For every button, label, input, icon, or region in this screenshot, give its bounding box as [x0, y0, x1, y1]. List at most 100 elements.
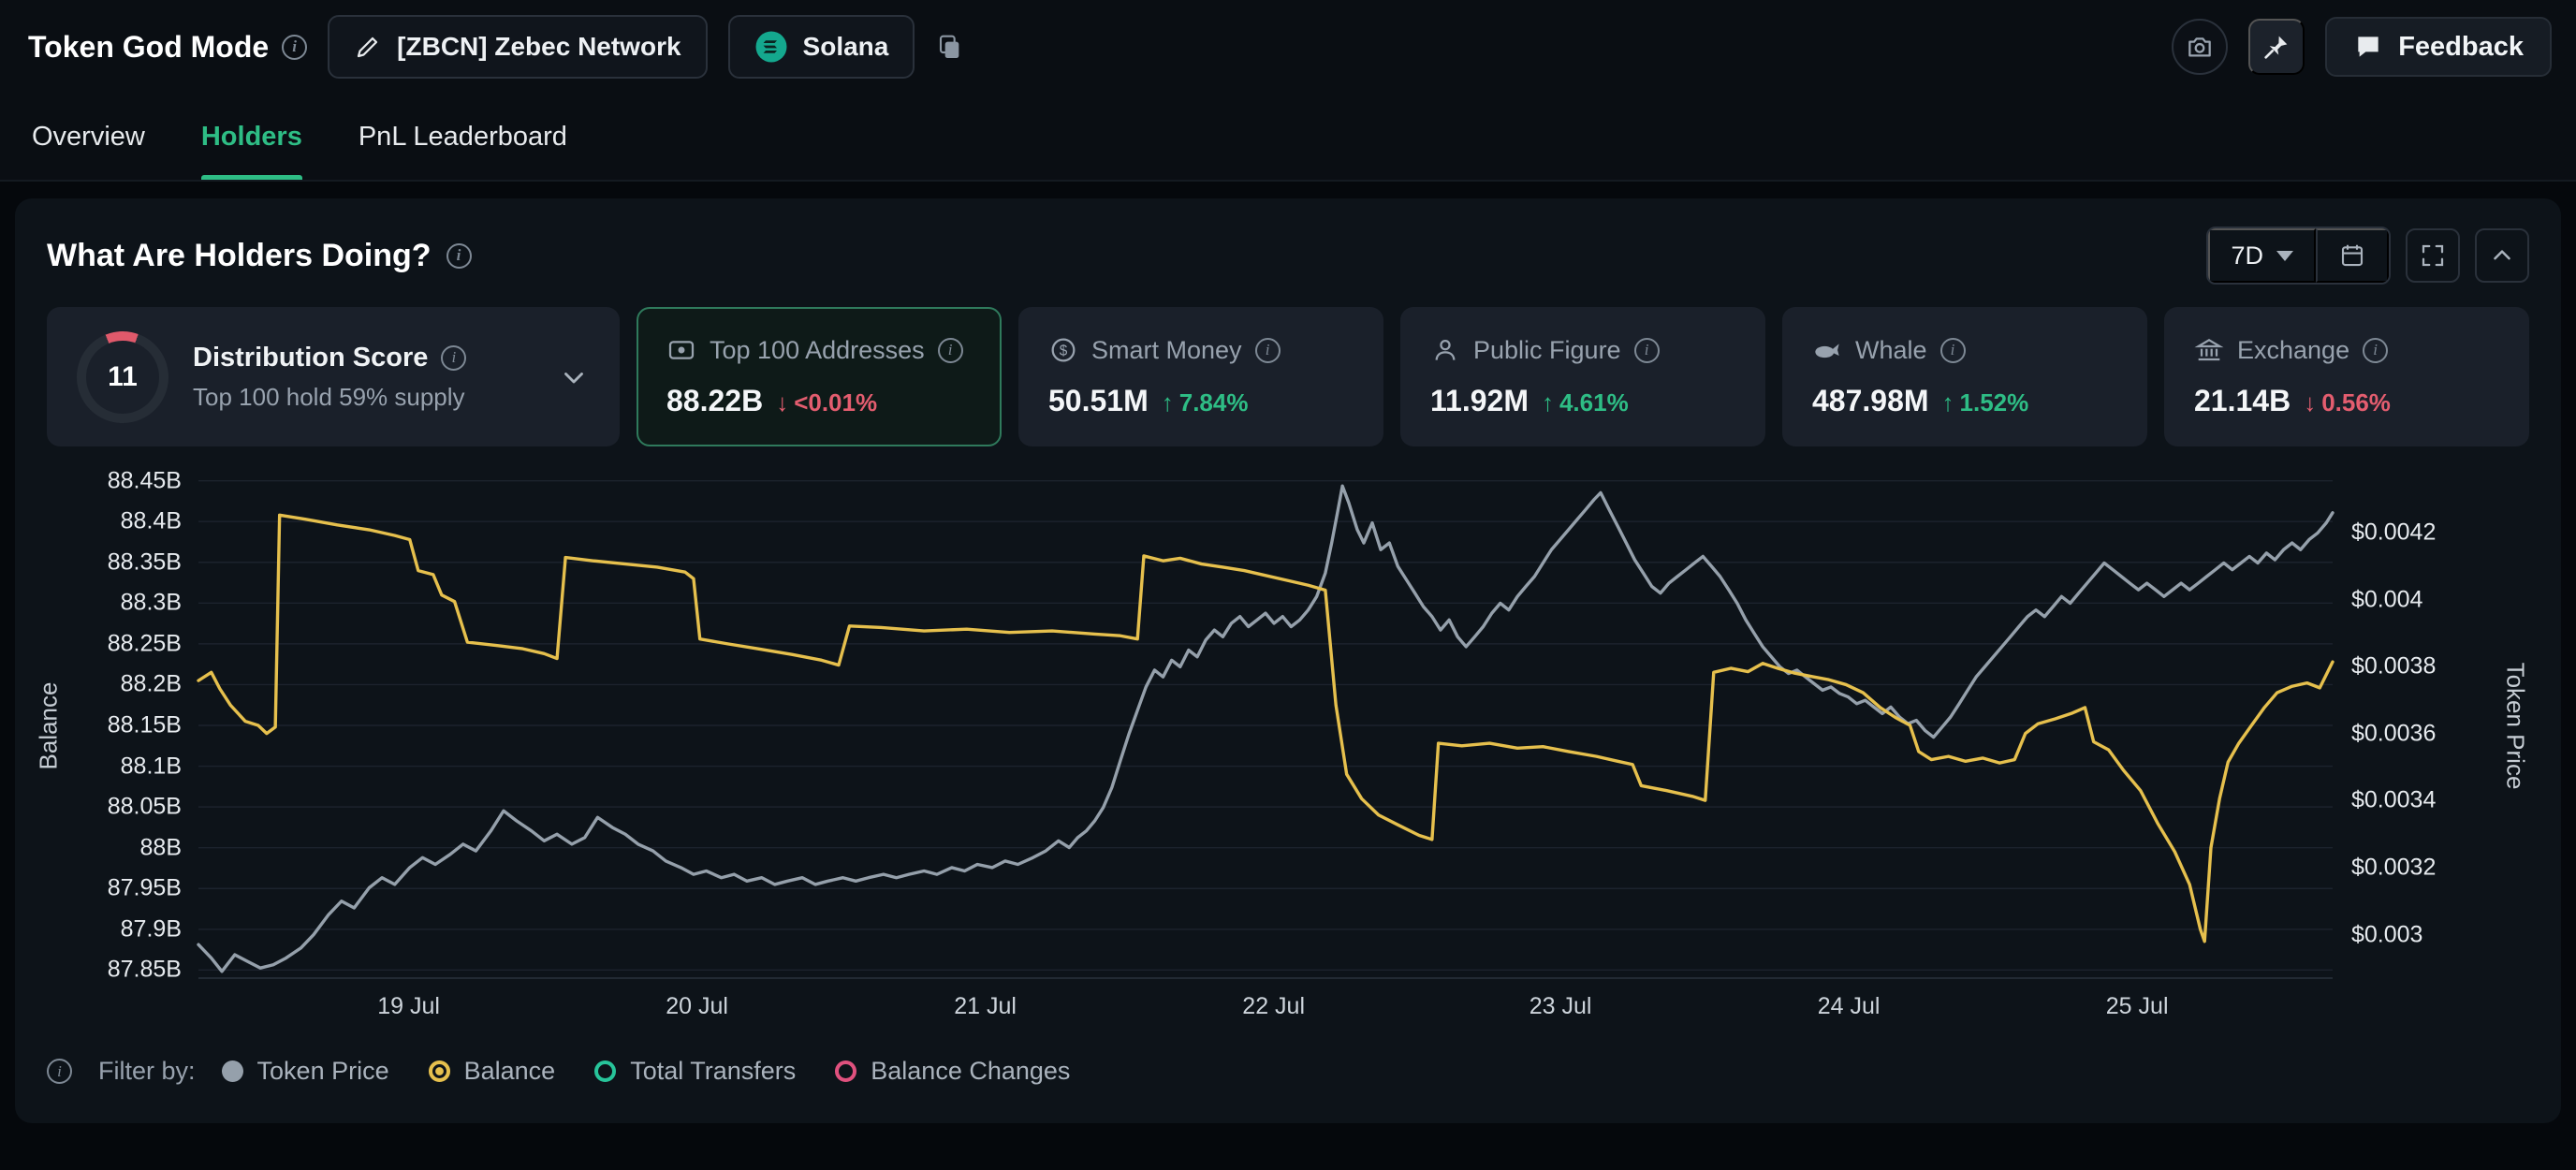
- y-tick-label: 88.2B: [121, 671, 182, 698]
- filter-by-label: Filter by:: [98, 1057, 196, 1086]
- card-public-figure[interactable]: Public Figure 11.92M ↑4.61%: [1400, 307, 1765, 446]
- card-label: Whale: [1855, 336, 1927, 365]
- fullscreen-button[interactable]: [2406, 228, 2460, 283]
- pin-button[interactable]: [2248, 19, 2305, 75]
- x-axis-labels: 19 Jul20 Jul21 Jul22 Jul23 Jul24 Jul25 J…: [198, 978, 2333, 1032]
- chart-plot-area[interactable]: [198, 473, 2333, 978]
- stat-cards-row: 11 Distribution Score Top 100 hold 59% s…: [15, 307, 2561, 446]
- page-title: Token God Mode: [28, 30, 269, 65]
- solana-logo-icon: [754, 30, 788, 64]
- distribution-score-gauge: 11: [77, 331, 168, 423]
- card-value: 487.98M: [1812, 384, 1929, 418]
- y-tick-label: $0.0034: [2351, 787, 2436, 814]
- legend-item-total-transfers[interactable]: Total Transfers: [594, 1057, 796, 1086]
- x-tick-label: 20 Jul: [666, 993, 728, 1020]
- svg-text:$: $: [1060, 344, 1068, 359]
- y-tick-label: 88.05B: [108, 794, 182, 821]
- y-tick-label: 88.35B: [108, 548, 182, 576]
- legend-label: Balance: [464, 1057, 556, 1086]
- tab-pnl-leaderboard[interactable]: PnL Leaderboard: [359, 94, 567, 180]
- card-whale[interactable]: Whale 487.98M ↑1.52%: [1782, 307, 2147, 446]
- change-percent: 1.52%: [1960, 388, 2029, 417]
- card-top-100-addresses[interactable]: Top 100 Addresses 88.22B ↓<0.01%: [637, 307, 1002, 446]
- y-tick-label: 88.45B: [108, 467, 182, 494]
- card-change: ↑1.52%: [1942, 388, 2029, 417]
- x-tick-label: 22 Jul: [1242, 993, 1305, 1020]
- card-smart-money[interactable]: $ Smart Money 50.51M ↑7.84%: [1018, 307, 1383, 446]
- feedback-button[interactable]: Feedback: [2325, 17, 2552, 77]
- tab-holders[interactable]: Holders: [201, 94, 302, 180]
- card-label: Top 100 Addresses: [710, 336, 925, 365]
- y-axis-left-ticks: 88.45B88.4B88.35B88.3B88.25B88.2B88.15B8…: [77, 473, 198, 978]
- card-exchange[interactable]: Exchange 21.14B ↓0.56%: [2164, 307, 2529, 446]
- info-icon[interactable]: [446, 243, 472, 269]
- tab-overview[interactable]: Overview: [32, 94, 145, 180]
- timeframe-select[interactable]: 7D: [2208, 228, 2316, 283]
- expand-icon: [2419, 241, 2447, 270]
- caret-down-icon: [2276, 251, 2293, 261]
- chevron-down-icon[interactable]: [558, 361, 590, 393]
- arrow-icon: ↓: [2304, 388, 2316, 417]
- info-icon[interactable]: [282, 35, 307, 60]
- y-tick-label: $0.004: [2351, 586, 2422, 613]
- y-tick-label: $0.0036: [2351, 720, 2436, 747]
- card-change: ↑7.84%: [1162, 388, 1249, 417]
- panel-title: What Are Holders Doing?: [47, 238, 432, 274]
- copy-icon[interactable]: [935, 32, 965, 62]
- whale-icon: [1812, 335, 1842, 365]
- card-distribution-score[interactable]: 11 Distribution Score Top 100 hold 59% s…: [47, 307, 620, 446]
- chevron-up-icon: [2488, 241, 2516, 270]
- x-tick-label: 24 Jul: [1818, 993, 1881, 1020]
- info-icon[interactable]: [47, 1059, 72, 1084]
- legend-label: Total Transfers: [630, 1057, 796, 1086]
- y-tick-label: 88.1B: [121, 753, 182, 780]
- card-label: Public Figure: [1473, 336, 1621, 365]
- info-icon[interactable]: [2363, 338, 2388, 363]
- arrow-icon: ↑: [1162, 388, 1174, 417]
- card-change: ↑4.61%: [1542, 388, 1629, 417]
- feedback-label: Feedback: [2398, 32, 2524, 63]
- info-icon[interactable]: [938, 338, 963, 363]
- legend-item-token-price[interactable]: Token Price: [222, 1057, 389, 1086]
- collapse-button[interactable]: [2475, 228, 2529, 283]
- change-percent: 4.61%: [1559, 388, 1629, 417]
- info-icon[interactable]: [1255, 338, 1281, 363]
- speech-bubble-icon: [2353, 32, 2383, 62]
- arrow-icon: ↑: [1542, 388, 1554, 417]
- legend-item-balance[interactable]: Balance: [429, 1057, 556, 1086]
- card-value: 11.92M: [1430, 384, 1529, 418]
- chain-selector-button[interactable]: Solana: [728, 15, 915, 79]
- y-tick-label: $0.0042: [2351, 519, 2436, 547]
- card-label: Smart Money: [1091, 336, 1242, 365]
- card-label: Distribution Score: [193, 343, 428, 373]
- y-tick-label: 88.3B: [121, 590, 182, 617]
- y-tick-label: 88B: [140, 834, 182, 861]
- total-transfers-dot-icon: [594, 1060, 616, 1082]
- chart-filter-legend: Filter by: Token Price Balance Total Trans…: [15, 1032, 2561, 1118]
- info-icon[interactable]: [1634, 338, 1660, 363]
- token-price-line: [198, 486, 2333, 972]
- card-value: 88.22B: [666, 384, 763, 418]
- legend-item-balance-changes[interactable]: Balance Changes: [835, 1057, 1070, 1086]
- legend-items: Token Price Balance Total Transfers Balance…: [222, 1057, 1071, 1086]
- screenshot-button[interactable]: [2172, 19, 2228, 75]
- card-label: Exchange: [2237, 336, 2349, 365]
- x-tick-label: 25 Jul: [2106, 993, 2169, 1020]
- y-axis-title-right: Token Price: [2482, 473, 2548, 978]
- token-price-dot-icon: [222, 1060, 243, 1082]
- calendar-button[interactable]: [2316, 228, 2389, 283]
- info-icon[interactable]: [441, 345, 466, 371]
- tabbar: Overview Holders PnL Leaderboard: [0, 94, 2576, 182]
- timeframe-value: 7D: [2231, 241, 2263, 271]
- public-figure-icon: [1430, 335, 1460, 365]
- y-axis-right-ticks: $0.0042$0.004$0.0038$0.0036$0.0034$0.003…: [2333, 473, 2482, 978]
- balance-dot-icon: [429, 1060, 450, 1082]
- y-tick-label: 87.9B: [121, 915, 182, 943]
- change-percent: <0.01%: [794, 388, 877, 417]
- holders-chart: Balance 88.45B88.4B88.35B88.3B88.25B88.2…: [15, 446, 2561, 1032]
- card-value: 21.14B: [2194, 384, 2291, 418]
- token-selector-button[interactable]: [ZBCN] Zebec Network: [328, 15, 707, 79]
- pin-icon: [2261, 32, 2291, 62]
- main: What Are Holders Doing? 7D: [0, 198, 2576, 1123]
- info-icon[interactable]: [1940, 338, 1966, 363]
